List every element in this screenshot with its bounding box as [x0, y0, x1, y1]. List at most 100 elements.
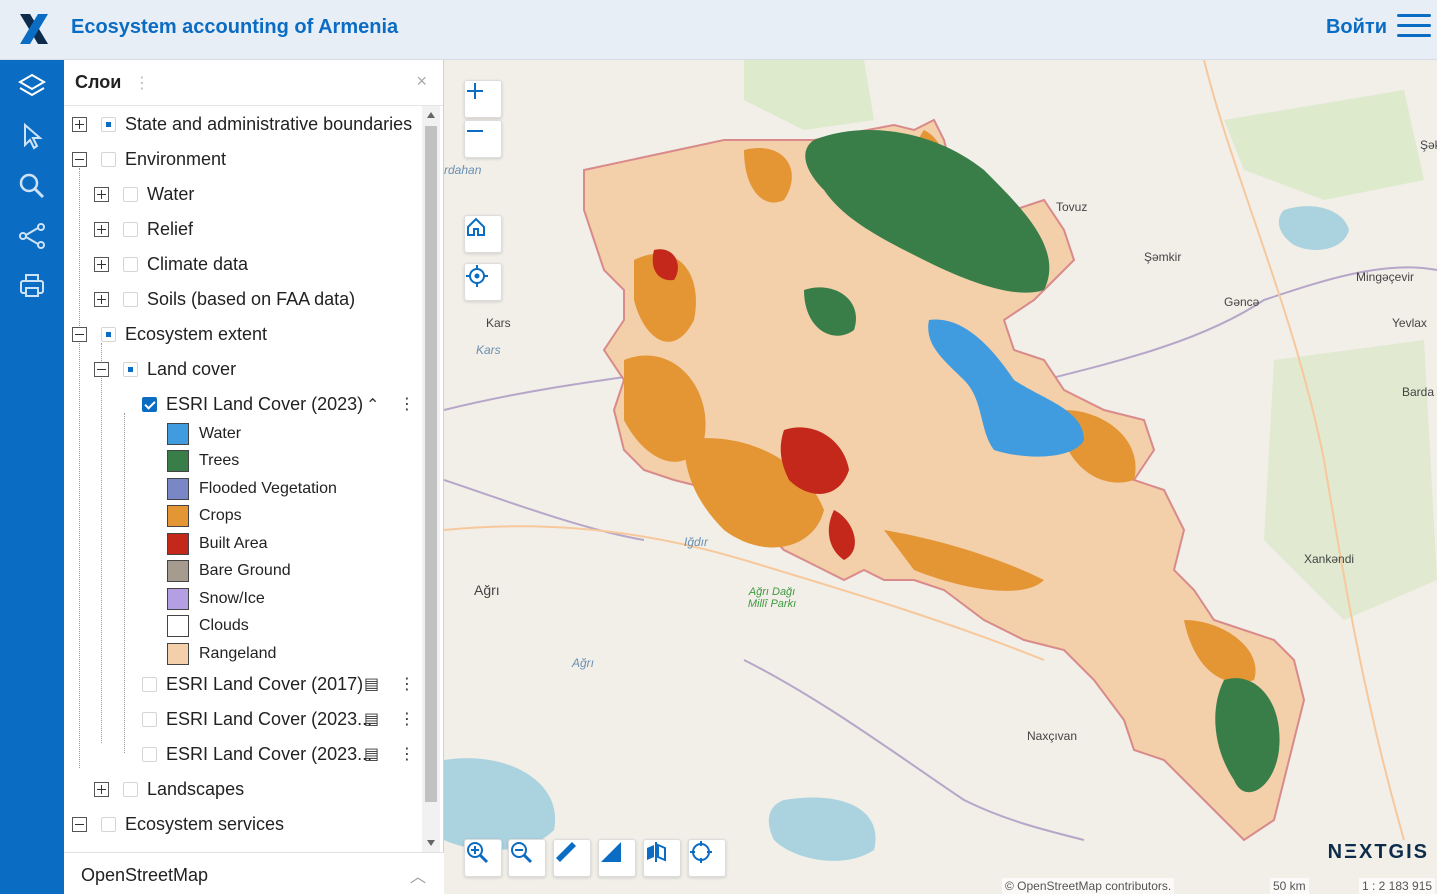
- layer-label: ESRI Land Cover (2023): [166, 393, 364, 414]
- basemap-selector[interactable]: OpenStreetMap ︿: [64, 852, 444, 894]
- table-icon[interactable]: ▤: [364, 709, 379, 729]
- print-icon[interactable]: [16, 270, 48, 302]
- more-icon[interactable]: ⋮: [399, 744, 415, 764]
- map-view[interactable]: rdahan Kars Kars Tovuz Şəmkir Mingəçevir…: [444, 60, 1437, 894]
- layer-checkbox[interactable]: [142, 676, 157, 692]
- layer-group-landscapes[interactable]: Landscapes: [94, 774, 244, 804]
- collapse-icon[interactable]: [72, 816, 87, 832]
- legend-swatch: [167, 560, 189, 582]
- zoom-out-button[interactable]: [464, 120, 502, 158]
- layer-group-ecosystem-extent[interactable]: Ecosystem extent: [72, 319, 267, 349]
- layer-checkbox[interactable]: [123, 186, 138, 202]
- measure-area-button[interactable]: [598, 839, 636, 877]
- legend-swatch: [167, 505, 189, 527]
- app-title: Ecosystem accounting of Armenia: [71, 16, 399, 38]
- layer-checkbox[interactable]: [123, 256, 138, 272]
- expand-icon[interactable]: [94, 781, 109, 797]
- layer-group-land-cover[interactable]: Land cover: [94, 354, 236, 384]
- close-icon[interactable]: ×: [416, 71, 427, 92]
- layer-checkbox[interactable]: [101, 116, 116, 132]
- layer-esri-2023-b[interactable]: ESRI Land Cover (2023...: [142, 704, 372, 734]
- layer-esri-2023[interactable]: ESRI Land Cover (2023): [142, 389, 363, 419]
- layer-checkbox[interactable]: [101, 816, 116, 832]
- menu-icon[interactable]: [1397, 14, 1431, 42]
- panel-scrollbar[interactable]: [422, 106, 440, 852]
- app-logo-icon[interactable]: [18, 12, 50, 46]
- expand-icon[interactable]: [94, 256, 109, 272]
- table-icon[interactable]: ▤: [364, 674, 379, 694]
- layer-checkbox[interactable]: [142, 746, 157, 762]
- layer-checkbox[interactable]: [101, 151, 116, 167]
- table-icon[interactable]: ▤: [364, 744, 379, 764]
- expand-icon[interactable]: [72, 116, 87, 132]
- scroll-up-icon[interactable]: [427, 112, 435, 118]
- legend-item: Water: [167, 421, 241, 447]
- layer-group-ecosystem-services[interactable]: Ecosystem services: [72, 809, 284, 839]
- layer-label: ESRI Land Cover (2017): [166, 673, 364, 694]
- layer-group-relief[interactable]: Relief: [94, 214, 193, 244]
- legend-swatch: [167, 533, 189, 555]
- layer-esri-2023-c[interactable]: ESRI Land Cover (2023...: [142, 739, 372, 769]
- tree-guide: [79, 168, 80, 768]
- layer-esri-2017[interactable]: ESRI Land Cover (2017): [142, 669, 363, 699]
- chevron-up-icon[interactable]: ⌃: [366, 395, 379, 415]
- expand-icon[interactable]: [94, 186, 109, 202]
- crosshair-icon: [690, 841, 712, 863]
- layer-checkbox[interactable]: [123, 361, 138, 377]
- more-icon[interactable]: ⋮: [399, 674, 415, 694]
- map-label: Barda: [1402, 385, 1435, 399]
- layer-group-environment[interactable]: Environment: [72, 144, 226, 174]
- legend-swatch: [167, 478, 189, 500]
- zoom-in-tool-button[interactable]: [464, 839, 502, 877]
- layer-group-climate[interactable]: Climate data: [94, 249, 248, 279]
- layer-group-soils[interactable]: Soils (based on FAA data): [94, 284, 355, 314]
- home-button[interactable]: [464, 215, 502, 253]
- collapse-icon[interactable]: [72, 326, 87, 342]
- home-icon: [467, 217, 485, 236]
- more-icon[interactable]: ⋮: [399, 394, 415, 414]
- identify-button[interactable]: [688, 839, 726, 877]
- measure-distance-button[interactable]: [553, 839, 591, 877]
- layer-checkbox[interactable]: [142, 711, 157, 727]
- layer-group-boundaries[interactable]: State and administrative boundaries: [72, 109, 412, 139]
- swipe-button[interactable]: [643, 839, 681, 877]
- legend-item: Flooded Vegetation: [167, 476, 337, 502]
- layer-checkbox[interactable]: [123, 221, 138, 237]
- layer-checkbox[interactable]: [123, 291, 138, 307]
- collapse-icon[interactable]: [94, 361, 109, 377]
- locate-icon: [466, 265, 488, 287]
- zoom-out-tool-button[interactable]: [508, 839, 546, 877]
- expand-icon[interactable]: [94, 221, 109, 237]
- scale-bar: 50 km: [1270, 878, 1309, 894]
- map-label: Ağrı: [474, 582, 500, 598]
- share-icon[interactable]: [16, 220, 48, 252]
- layer-label: Ecosystem extent: [125, 323, 268, 344]
- search-icon[interactable]: [16, 170, 48, 202]
- scroll-thumb[interactable]: [425, 126, 437, 802]
- chevron-up-icon[interactable]: ︿: [410, 863, 426, 887]
- area-icon: [601, 842, 621, 862]
- layer-checkbox[interactable]: [123, 781, 138, 797]
- collapse-icon[interactable]: [72, 151, 87, 167]
- layer-checkbox[interactable]: [142, 396, 157, 412]
- layer-group-water[interactable]: Water: [94, 179, 194, 209]
- zoom-in-button[interactable]: [464, 80, 502, 118]
- minus-icon: [467, 130, 483, 132]
- expand-icon[interactable]: [94, 291, 109, 307]
- plus-icon: [467, 83, 483, 99]
- scroll-down-icon[interactable]: [427, 840, 435, 846]
- more-icon[interactable]: ⋮: [399, 709, 415, 729]
- map-label: Gəncə: [1224, 295, 1260, 309]
- map-canvas: [444, 60, 1437, 861]
- drag-handle-icon[interactable]: ⋮: [134, 73, 150, 93]
- zoom-in-icon: [467, 842, 489, 864]
- locate-button[interactable]: [464, 263, 502, 301]
- map-label: Kars: [486, 316, 511, 330]
- app-header: Ecosystem accounting of Armenia Войти: [0, 0, 1437, 60]
- layer-checkbox[interactable]: [101, 326, 116, 342]
- legend-label: Snow/Ice: [199, 590, 265, 607]
- attribution[interactable]: © OpenStreetMap contributors.: [1002, 878, 1175, 894]
- layers-icon[interactable]: [16, 70, 48, 102]
- select-cursor-icon[interactable]: [16, 120, 48, 152]
- login-button[interactable]: Войти: [1326, 16, 1387, 39]
